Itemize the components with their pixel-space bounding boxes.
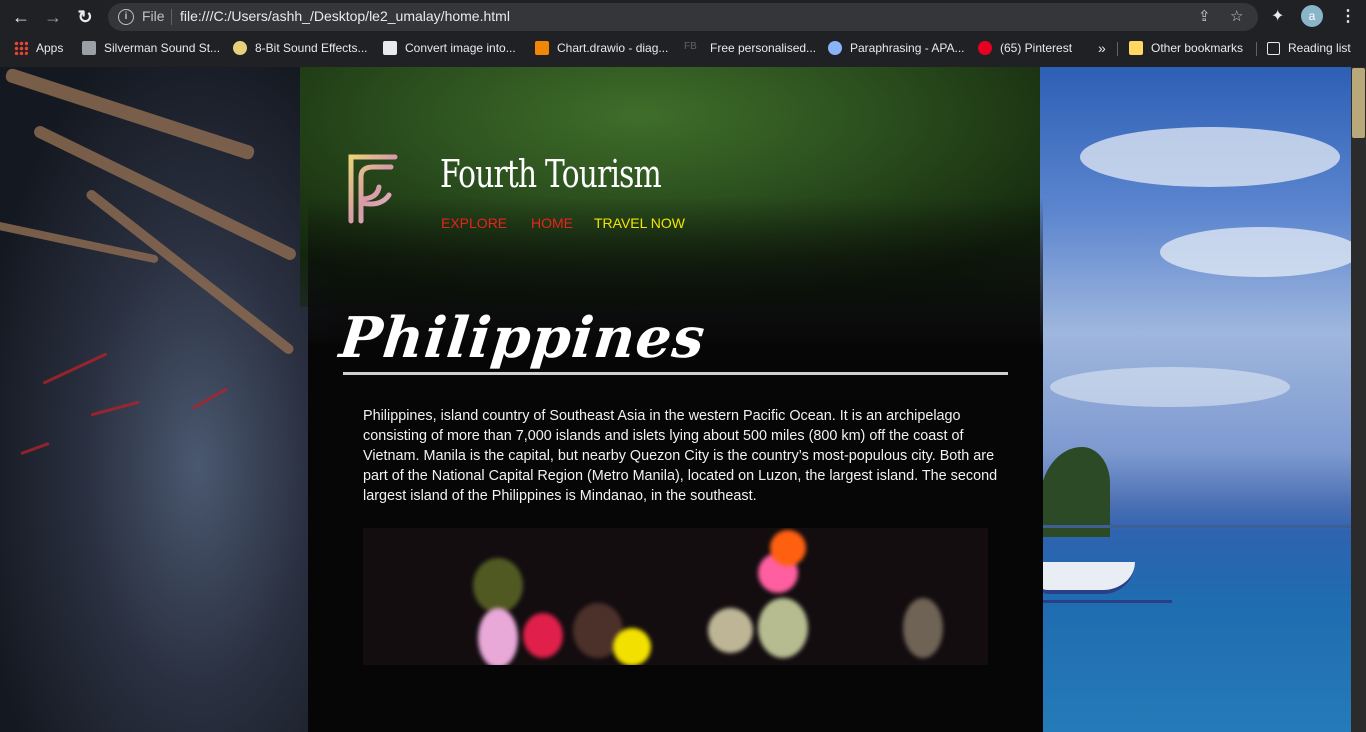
- bookmark-label: Chart.drawio - diag...: [557, 41, 669, 55]
- background-sea-image: [1040, 67, 1351, 732]
- bookmark-pinterest[interactable]: (65) Pinterest: [978, 40, 1072, 56]
- site-logo[interactable]: [347, 151, 399, 227]
- heading-underline: [343, 372, 1008, 375]
- fb-text-icon: FB: [684, 41, 697, 52]
- apps-grid-icon: [14, 41, 28, 55]
- description-paragraph: Philippines, island country of Southeast…: [363, 408, 998, 505]
- scheme-label: File: [142, 8, 165, 24]
- bookmark-paraphrasing[interactable]: Paraphrasing - APA...: [828, 40, 965, 56]
- site-icon: [82, 41, 96, 55]
- bookmarks-divider: [1256, 42, 1257, 56]
- scrollbar-thumb[interactable]: [1352, 68, 1365, 138]
- info-icon[interactable]: i: [118, 9, 134, 25]
- address-bar[interactable]: i File file:///C:/Users/ashh_/Desktop/le…: [108, 3, 1258, 31]
- extensions-icon[interactable]: ✦: [1271, 6, 1284, 26]
- cloud-icon: [828, 41, 842, 55]
- background-rock-image: [0, 67, 330, 732]
- nav-travel-now-link[interactable]: TRAVEL NOW: [594, 215, 685, 231]
- bookmark-8bit[interactable]: 8-Bit Sound Effects...: [233, 40, 368, 56]
- bookmark-silverman[interactable]: Silverman Sound St...: [82, 40, 220, 56]
- site-icon: [383, 41, 397, 55]
- back-button[interactable]: ←: [8, 5, 34, 29]
- bookmark-label: Reading list: [1288, 41, 1351, 55]
- bookmark-free-personalised[interactable]: FB Free personalised...: [684, 40, 816, 56]
- bookmarks-divider: [1117, 42, 1118, 56]
- omnibox-divider: [171, 9, 172, 25]
- city-lights-photo: [363, 528, 988, 665]
- folder-icon: [1129, 41, 1143, 55]
- nav-explore-link[interactable]: EXPLORE: [441, 215, 507, 231]
- bookmark-label: Convert image into...: [405, 41, 516, 55]
- page-heading: Philippines: [336, 305, 709, 371]
- drawio-icon: [535, 41, 549, 55]
- browser-toolbar: ← → ↻ i File file:///C:/Users/ashh_/Desk…: [0, 0, 1366, 34]
- bookmark-label: (65) Pinterest: [1000, 41, 1073, 55]
- bookmark-convert[interactable]: Convert image into...: [383, 40, 516, 56]
- pinterest-icon: [978, 41, 992, 55]
- site-icon: [233, 41, 247, 55]
- other-bookmarks[interactable]: Other bookmarks: [1129, 40, 1243, 56]
- bookmarks-bar: Apps Silverman Sound St... 8-Bit Sound E…: [0, 34, 1366, 62]
- bookmark-label: Paraphrasing - APA...: [850, 41, 965, 55]
- page-scrollbar[interactable]: [1351, 67, 1366, 732]
- bookmark-star-icon[interactable]: ☆: [1230, 7, 1243, 25]
- forward-button[interactable]: →: [40, 5, 66, 29]
- nav-home-link[interactable]: HOME: [531, 215, 573, 231]
- bookmark-label: Other bookmarks: [1151, 41, 1244, 55]
- bookmark-label: Free personalised...: [710, 41, 817, 55]
- boat-image: [1040, 562, 1135, 594]
- share-icon[interactable]: ⇪: [1198, 7, 1211, 25]
- site-title: Fourth Tourism: [440, 152, 662, 196]
- bookmark-label: Silverman Sound St...: [104, 41, 221, 55]
- bookmark-apps[interactable]: Apps: [14, 40, 63, 56]
- bookmark-drawio[interactable]: Chart.drawio - diag...: [535, 40, 668, 56]
- reading-list-icon: [1267, 41, 1280, 55]
- bookmark-label: 8-Bit Sound Effects...: [255, 41, 368, 55]
- reload-button[interactable]: ↻: [72, 5, 98, 29]
- menu-kebab-icon[interactable]: ⋮: [1340, 6, 1356, 26]
- profile-avatar[interactable]: a: [1301, 5, 1323, 27]
- bookmark-label: Apps: [36, 41, 64, 55]
- reading-list[interactable]: Reading list: [1267, 40, 1351, 56]
- bookmarks-overflow-button[interactable]: »: [1098, 40, 1106, 56]
- url-text[interactable]: file:///C:/Users/ashh_/Desktop/le2_umala…: [180, 8, 510, 24]
